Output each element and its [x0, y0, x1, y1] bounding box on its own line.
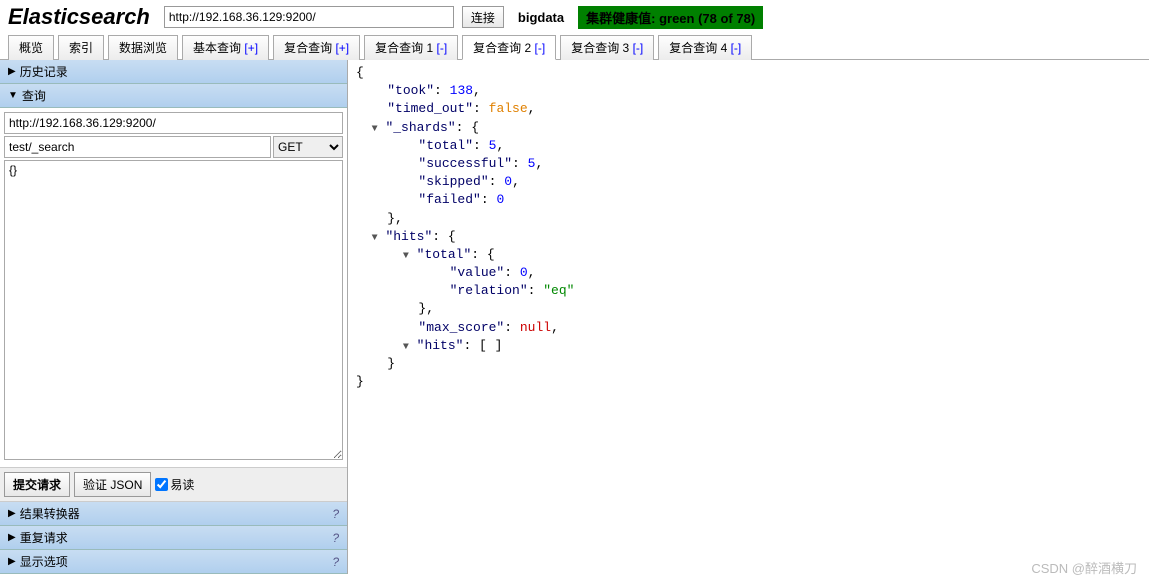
transformer-label: 结果转换器 [20, 505, 80, 522]
submit-button[interactable]: 提交请求 [4, 472, 70, 497]
endpoint-input[interactable] [4, 112, 343, 134]
display-options-section[interactable]: ▶ 显示选项 ? [0, 550, 347, 574]
tab-4[interactable]: 复合查询 [+] [273, 35, 360, 60]
tab-6[interactable]: 复合查询 2 [-] [462, 35, 556, 60]
tab-8[interactable]: 复合查询 4 [-] [658, 35, 752, 60]
help-icon[interactable]: ? [332, 507, 339, 521]
history-section[interactable]: ▶ 历史记录 [0, 60, 347, 84]
validate-json-button[interactable]: 验证 JSON [74, 472, 151, 497]
server-url-input[interactable] [164, 6, 454, 28]
chevron-down-icon: ▼ [8, 90, 18, 101]
tab-2[interactable]: 数据浏览 [108, 35, 178, 60]
cluster-name: bigdata [518, 10, 564, 25]
app-logo: Elasticsearch [8, 4, 156, 30]
repeat-request-section[interactable]: ▶ 重复请求 ? [0, 526, 347, 550]
repeat-label: 重复请求 [20, 529, 68, 546]
history-label: 历史记录 [20, 63, 68, 80]
connect-button[interactable]: 连接 [462, 6, 504, 28]
pretty-checkbox[interactable] [155, 478, 168, 491]
json-result-view: { "took": 138, "timed_out": false, ▼ "_s… [348, 60, 1149, 574]
help-icon[interactable]: ? [332, 531, 339, 545]
tab-1[interactable]: 索引 [58, 35, 104, 60]
tab-3[interactable]: 基本查询 [+] [182, 35, 269, 60]
tab-bar: 概览索引数据浏览基本查询 [+]复合查询 [+]复合查询 1 [-]复合查询 2… [0, 34, 1149, 60]
cluster-health-badge: 集群健康值: green (78 of 78) [578, 6, 763, 29]
tab-7[interactable]: 复合查询 3 [-] [560, 35, 654, 60]
chevron-right-icon: ▶ [8, 508, 16, 519]
tab-0[interactable]: 概览 [8, 35, 54, 60]
pretty-checkbox-label[interactable]: 易读 [155, 476, 194, 493]
request-body-textarea[interactable]: {} [4, 160, 343, 460]
chevron-right-icon: ▶ [8, 66, 16, 77]
chevron-right-icon: ▶ [8, 556, 16, 567]
result-transformer-section[interactable]: ▶ 结果转换器 ? [0, 502, 347, 526]
method-select[interactable]: GET [273, 136, 343, 158]
help-icon[interactable]: ? [332, 555, 339, 569]
watermark: CSDN @醉酒横刀 [1031, 558, 1137, 577]
display-label: 显示选项 [20, 553, 68, 570]
chevron-right-icon: ▶ [8, 532, 16, 543]
query-label: 查询 [22, 87, 46, 104]
tab-5[interactable]: 复合查询 1 [-] [364, 35, 458, 60]
path-input[interactable] [4, 136, 271, 158]
query-section[interactable]: ▼ 查询 [0, 84, 347, 108]
sidebar: ▶ 历史记录 ▼ 查询 GET {} 提交请求 验证 JSON 易读 [0, 60, 348, 574]
